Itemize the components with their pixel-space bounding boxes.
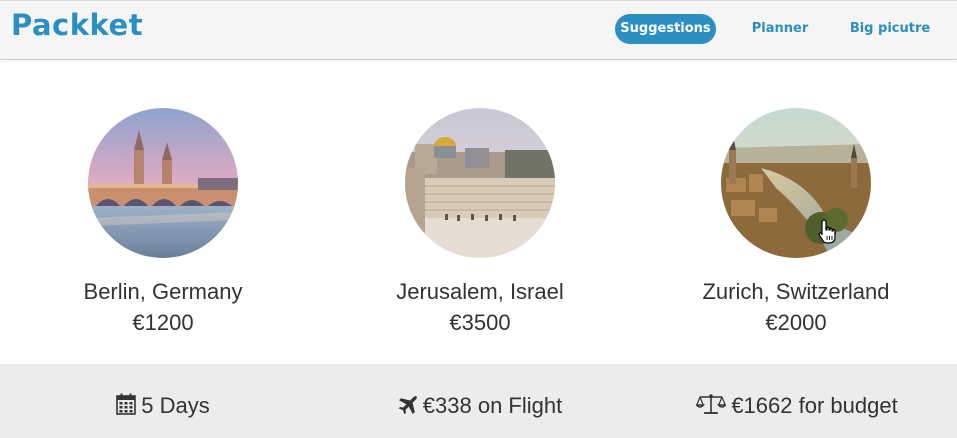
- flight-cost-text: €338 on Flight: [422, 393, 563, 418]
- destination-card-berlin[interactable]: Berlin, Germany €1200: [3, 108, 323, 337]
- trip-summary-bar: 5 Days €338 on Flight €1662 for budget: [0, 364, 957, 438]
- plane-icon: [398, 394, 418, 422]
- destination-price: €1200: [132, 310, 194, 335]
- destination-card-zurich[interactable]: Zurich, Switzerland €2000: [636, 108, 956, 337]
- remaining-budget: €1662 for budget: [637, 392, 957, 422]
- destination-photo-jerusalem[interactable]: [405, 108, 555, 258]
- trip-duration-text: 5 Days: [141, 393, 210, 418]
- destination-price: €2000: [765, 310, 827, 335]
- destination-price: €3500: [449, 310, 511, 335]
- destination-photo-zurich[interactable]: [721, 108, 871, 258]
- destination-name: Zurich, Switzerland: [702, 279, 890, 304]
- nav-big-picture-link[interactable]: Big picutre: [846, 14, 934, 44]
- trip-duration: 5 Days: [3, 392, 323, 422]
- flight-cost: €338 on Flight: [320, 392, 640, 422]
- balance-scale-icon: [695, 393, 728, 422]
- destination-card-jerusalem[interactable]: Jerusalem, Israel €3500: [320, 108, 640, 337]
- destination-name: Jerusalem, Israel: [396, 279, 564, 304]
- destination-name: Berlin, Germany: [83, 279, 243, 304]
- calendar-icon: [116, 393, 137, 422]
- nav-suggestions-link[interactable]: Suggestions: [615, 14, 716, 44]
- remaining-budget-text: €1662 for budget: [731, 393, 898, 418]
- destination-photo-berlin[interactable]: [88, 108, 238, 258]
- top-navbar: Packket Suggestions Planner Big picutre: [0, 0, 957, 60]
- nav-planner-link[interactable]: Planner: [745, 14, 815, 44]
- brand-logo[interactable]: Packket: [11, 8, 143, 42]
